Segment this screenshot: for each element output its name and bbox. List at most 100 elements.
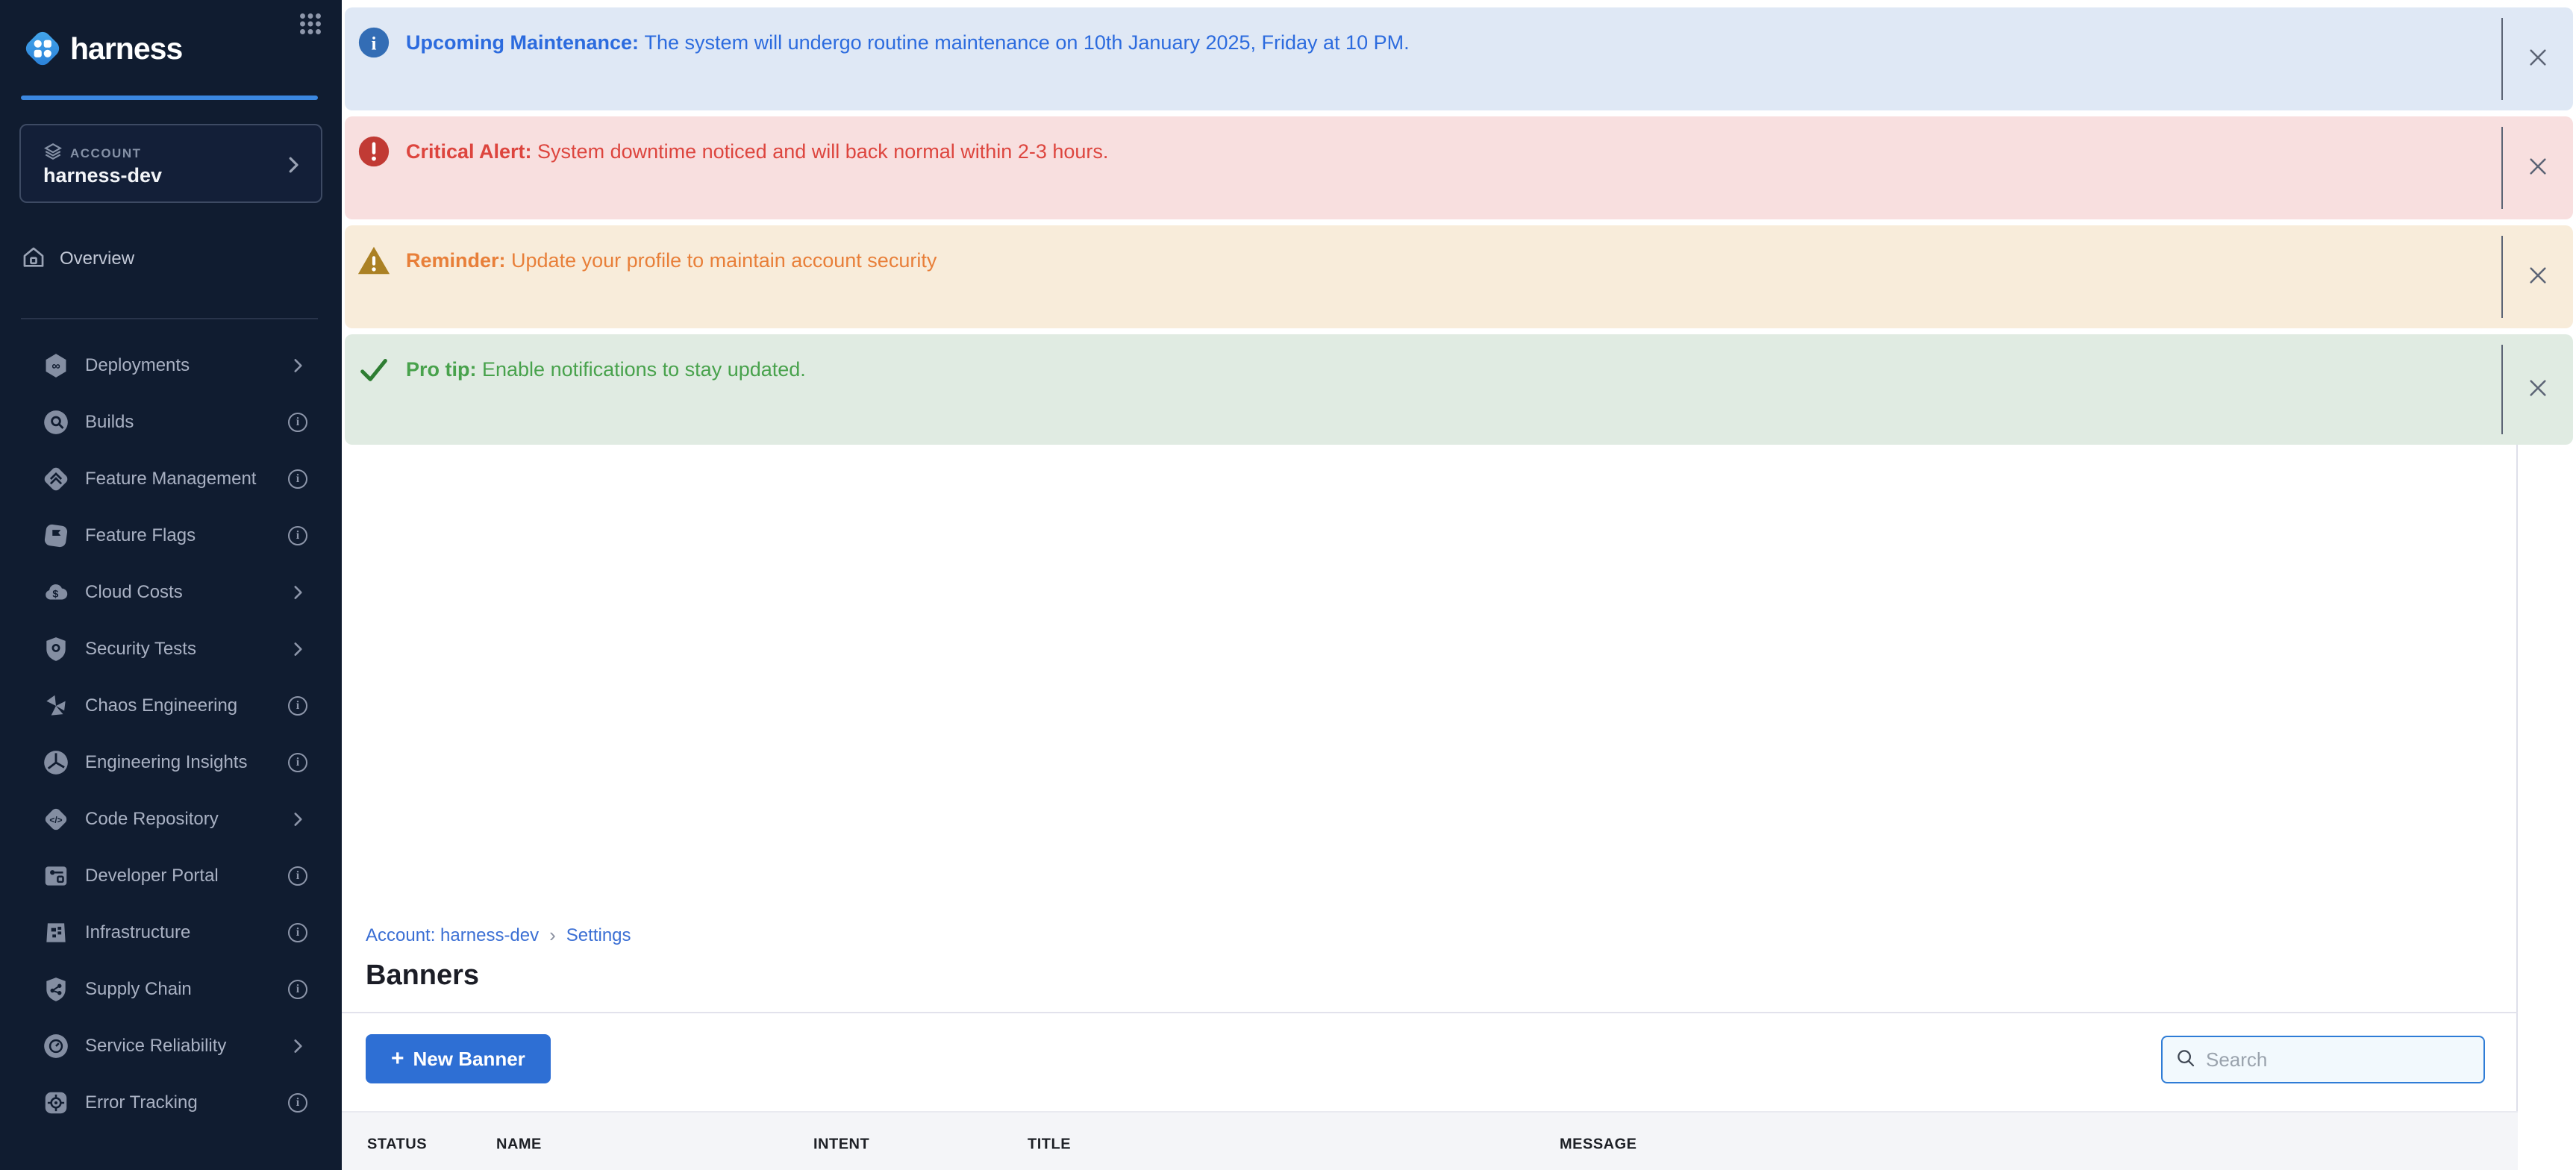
chevron-right-icon — [282, 154, 304, 180]
info-icon[interactable]: i — [288, 980, 307, 999]
security-tests-icon — [42, 635, 70, 663]
banner-message: Enable notifications to stay updated. — [482, 358, 806, 381]
info-icon[interactable]: i — [288, 696, 307, 716]
info-circle-icon: i — [357, 25, 391, 60]
breadcrumb-settings-link[interactable]: Settings — [566, 925, 631, 946]
app-root: harness ACCOUNT harness-dev — [0, 0, 2576, 1170]
banner-close-button[interactable] — [2501, 345, 2573, 434]
sidebar-item-overview[interactable]: Overview — [21, 240, 319, 278]
sidebar-item-label: Overview — [60, 248, 134, 269]
error-tracking-icon — [42, 1089, 70, 1117]
search-input[interactable] — [2206, 1048, 2472, 1072]
sidebar-nav: ∞ Deployments Builds i Feature Managemen… — [0, 337, 342, 1131]
sidebar-item-engineering-insights[interactable]: Engineering Insights i — [0, 734, 342, 791]
sidebar-item-label: Engineering Insights — [85, 752, 247, 773]
sidebar-item-infrastructure[interactable]: Infrastructure i — [0, 904, 342, 961]
info-icon[interactable]: i — [288, 866, 307, 886]
chevron-right-icon — [288, 639, 307, 659]
success-banner: Pro tip: Enable notifications to stay up… — [345, 334, 2573, 445]
close-icon — [2526, 376, 2550, 404]
sidebar-item-error-tracking[interactable]: Error Tracking i — [0, 1074, 342, 1131]
chaos-engineering-icon — [42, 692, 70, 720]
info-icon[interactable]: i — [288, 469, 307, 489]
sidebar-item-label: Developer Portal — [85, 866, 219, 886]
banner-close-button[interactable] — [2501, 236, 2573, 318]
engineering-insights-icon — [42, 748, 70, 777]
chevron-right-icon — [288, 583, 307, 602]
cloud-costs-icon: $ — [42, 578, 70, 607]
svg-text:∞: ∞ — [51, 360, 60, 373]
sidebar-item-label: Infrastructure — [85, 922, 190, 943]
column-header-status: STATUS — [367, 1136, 427, 1153]
account-name: harness-dev — [43, 164, 162, 187]
home-icon — [21, 245, 46, 274]
warning-triangle-icon — [357, 243, 391, 278]
breadcrumb-separator-icon: › — [549, 924, 556, 947]
logo-underline — [21, 96, 318, 100]
svg-text:</>: </> — [49, 815, 62, 825]
sidebar-item-developer-portal[interactable]: Developer Portal i — [0, 848, 342, 904]
sidebar-divider — [21, 318, 318, 319]
new-banner-label: New Banner — [413, 1048, 525, 1071]
banner-title: Upcoming Maintenance: — [406, 31, 645, 54]
search-box — [2161, 1036, 2485, 1083]
sidebar-item-chaos-engineering[interactable]: Chaos Engineering i — [0, 678, 342, 734]
harness-logo[interactable]: harness — [21, 25, 321, 72]
sidebar-item-code-repository[interactable]: </> Code Repository — [0, 791, 342, 848]
developer-portal-icon — [42, 862, 70, 890]
close-icon — [2526, 263, 2550, 291]
info-icon[interactable]: i — [288, 923, 307, 942]
info-icon[interactable]: i — [288, 526, 307, 545]
code-repository-icon: </> — [42, 805, 70, 833]
column-header-title: TITLE — [1028, 1136, 1071, 1153]
info-icon[interactable]: i — [288, 1093, 307, 1113]
banner-close-button[interactable] — [2501, 127, 2573, 209]
module-grid-icon[interactable] — [297, 10, 324, 37]
sidebar: harness ACCOUNT harness-dev — [0, 0, 342, 1170]
column-header-intent: INTENT — [813, 1136, 869, 1153]
check-icon — [357, 352, 391, 387]
plus-icon: + — [391, 1046, 404, 1072]
layers-icon — [43, 142, 63, 165]
banner-message: The system will undergo routine maintena… — [645, 31, 1410, 54]
top-strip — [342, 0, 2576, 7]
sidebar-item-feature-management[interactable]: Feature Management i — [0, 451, 342, 507]
banner-title: Pro tip: — [406, 358, 482, 381]
info-icon[interactable]: i — [288, 753, 307, 772]
sidebar-item-label: Deployments — [85, 355, 190, 376]
supply-chain-icon — [42, 975, 70, 1004]
sidebar-item-cloud-costs[interactable]: $ Cloud Costs — [0, 564, 342, 621]
deployments-icon: ∞ — [42, 351, 70, 380]
search-icon — [2175, 1047, 2197, 1073]
banner-close-button[interactable] — [2501, 18, 2573, 100]
infrastructure-icon — [42, 919, 70, 947]
account-label: ACCOUNT — [70, 146, 142, 161]
harness-wordmark: harness — [70, 31, 182, 66]
sidebar-item-service-reliability[interactable]: Service Reliability — [0, 1018, 342, 1074]
breadcrumb-account-link[interactable]: Account: harness-dev — [366, 925, 539, 946]
chevron-right-icon — [288, 810, 307, 829]
info-icon[interactable]: i — [288, 413, 307, 432]
builds-icon — [42, 408, 70, 437]
breadcrumb: Account: harness-dev › Settings — [366, 924, 631, 947]
sidebar-item-feature-flags[interactable]: Feature Flags i — [0, 507, 342, 564]
sidebar-item-supply-chain[interactable]: Supply Chain i — [0, 961, 342, 1018]
sidebar-item-security-tests[interactable]: Security Tests — [0, 621, 342, 678]
sidebar-item-label: Feature Management — [85, 469, 256, 489]
info-banner: i Upcoming Maintenance: The system will … — [345, 7, 2573, 110]
column-header-name: NAME — [496, 1136, 542, 1153]
critical-banner: Critical Alert: System downtime noticed … — [345, 116, 2573, 219]
sidebar-item-deployments[interactable]: ∞ Deployments — [0, 337, 342, 394]
account-selector[interactable]: ACCOUNT harness-dev — [19, 124, 322, 203]
column-header-message: MESSAGE — [1560, 1136, 1637, 1153]
svg-text:i: i — [372, 34, 377, 54]
close-icon — [2526, 46, 2550, 73]
exclamation-circle-icon — [357, 134, 391, 169]
sidebar-item-builds[interactable]: Builds i — [0, 394, 342, 451]
chevron-right-icon — [288, 356, 307, 375]
harness-logo-icon — [21, 27, 64, 70]
sidebar-item-label: Service Reliability — [85, 1036, 226, 1057]
sidebar-item-label: Code Repository — [85, 809, 219, 830]
new-banner-button[interactable]: + New Banner — [366, 1034, 551, 1083]
banner-message: Update your profile to maintain account … — [511, 249, 937, 272]
